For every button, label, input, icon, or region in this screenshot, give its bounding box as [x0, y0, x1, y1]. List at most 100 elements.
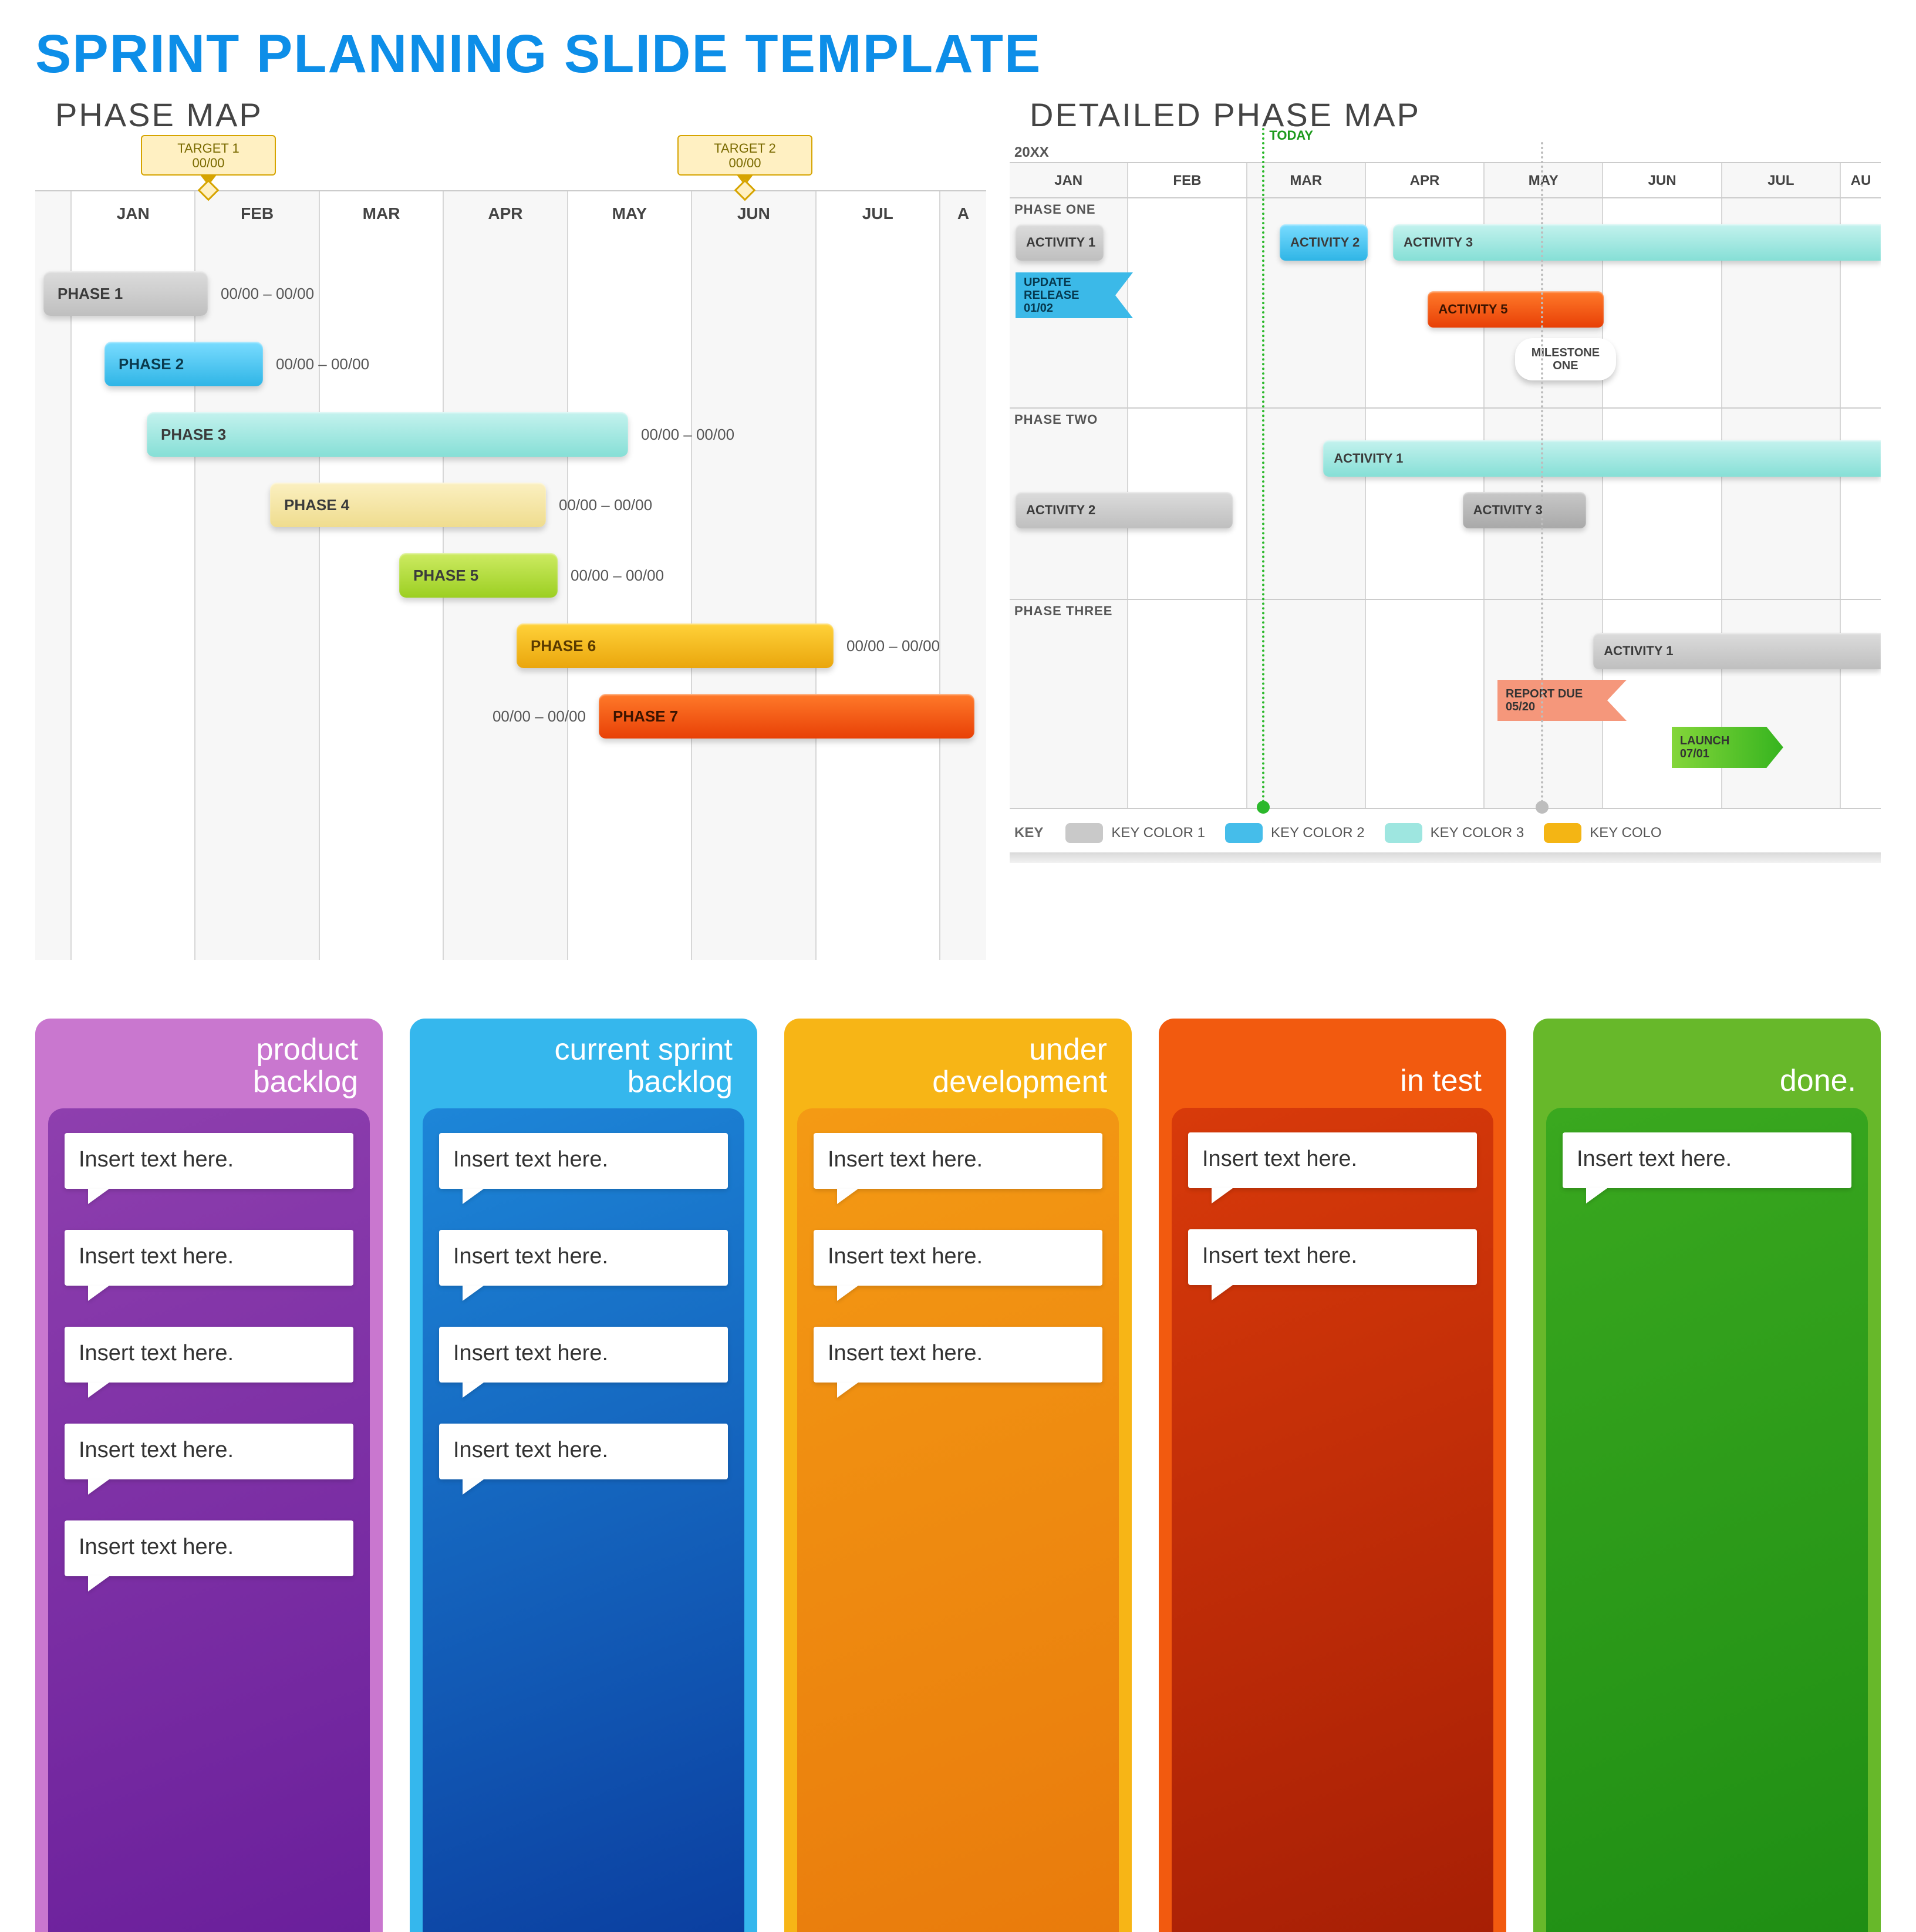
flag-line: UPDATE — [1024, 276, 1116, 289]
phase-label: PHASE 1 — [58, 285, 123, 303]
phase-bar-1: PHASE 1 00/00 – 00/00 — [43, 271, 208, 316]
kanban-card[interactable]: Insert text here. — [1563, 1132, 1851, 1188]
activity-bar: ACTIVITY 5 — [1428, 291, 1604, 328]
phase-map-panel: PHASE MAP TARGET 1 00/00 TARGET 2 00/00 — [35, 91, 986, 960]
kanban-card[interactable]: Insert text here. — [814, 1230, 1102, 1286]
kanban-card[interactable]: Insert text here. — [65, 1327, 353, 1383]
today-line — [1262, 128, 1264, 808]
kanban-card[interactable]: Insert text here. — [439, 1327, 728, 1383]
key-text: KEY COLO — [1590, 825, 1661, 841]
phase-map-heading: PHASE MAP — [55, 96, 986, 134]
lane-title: productbacklog — [35, 1019, 383, 1108]
today-label: TODAY — [1269, 128, 1313, 143]
phase-dates: 00/00 – 00/00 — [559, 496, 652, 514]
target-date: 00/00 — [146, 156, 271, 170]
flag-line: 07/01 — [1680, 747, 1767, 760]
section-label: PHASE ONE — [1014, 202, 1096, 217]
kanban-lane: in testInsert text here.Insert text here… — [1159, 1019, 1506, 1932]
lane-title: current sprintbacklog — [410, 1019, 757, 1108]
phase-dates: 00/00 – 00/00 — [221, 285, 314, 303]
phase-dates: 00/00 – 00/00 — [846, 637, 940, 655]
flag-report-due: REPORT DUE 05/20 — [1497, 680, 1627, 721]
kanban-card[interactable]: Insert text here. — [439, 1230, 728, 1286]
target-2: TARGET 2 00/00 — [677, 135, 812, 198]
lane-body: Insert text here. Insert text here. Insert… — [423, 1108, 744, 1932]
kanban-card[interactable]: Insert text here. — [65, 1230, 353, 1286]
target-name: TARGET 2 — [682, 141, 808, 156]
phase-bar-6: PHASE 6 00/00 – 00/00 — [517, 623, 834, 668]
phase-bar-4: PHASE 4 00/00 – 00/00 — [270, 483, 546, 527]
swatch — [1065, 823, 1103, 843]
lane-body: Insert text here. Insert text here. Insert… — [797, 1108, 1119, 1932]
activity-bar: ACTIVITY 2 — [1280, 224, 1368, 261]
phase-label: PHASE 3 — [161, 426, 226, 444]
phase-label: PHASE 2 — [119, 355, 184, 373]
kanban-card[interactable]: Insert text here. — [65, 1133, 353, 1189]
lane-title: underdevelopment — [784, 1019, 1132, 1108]
key-legend: KEY KEY COLOR 1 KEY COLOR 2 KEY COLOR 3 … — [1014, 823, 1881, 843]
section-label: PHASE THREE — [1014, 603, 1112, 619]
target-1: TARGET 1 00/00 — [141, 135, 276, 198]
kanban-board: productbacklogInsert text here.Insert te… — [35, 1019, 1881, 1932]
flag-line: REPORT DUE — [1506, 687, 1610, 700]
phase-dates: 00/00 – 00/00 — [571, 567, 664, 585]
phase-dates: 00/00 – 00/00 — [641, 426, 734, 444]
activity-bar: ACTIVITY 1 — [1323, 440, 1881, 477]
flag-line: 01/02 — [1024, 302, 1116, 315]
activity-bar: ACTIVITY 3 — [1393, 224, 1881, 261]
kanban-lane: current sprintbacklogInsert text here.In… — [410, 1019, 757, 1932]
key-text: KEY COLOR 1 — [1111, 825, 1205, 841]
pill-line: ONE — [1553, 359, 1578, 372]
kanban-card[interactable]: Insert text here. — [439, 1133, 728, 1189]
phase-dates: 00/00 – 00/00 — [276, 355, 369, 373]
target-date: 00/00 — [682, 156, 808, 170]
key-text: KEY COLOR 3 — [1431, 825, 1524, 841]
phase-bar-3: PHASE 3 00/00 – 00/00 — [147, 412, 628, 457]
detailed-phase-map-panel: DETAILED PHASE MAP 20XX JAN FEB MAR APR … — [1010, 91, 1881, 960]
phase-label: PHASE 6 — [531, 637, 596, 655]
lane-title: done. — [1533, 1019, 1881, 1108]
dp-month: FEB — [1127, 163, 1246, 808]
kanban-card[interactable]: Insert text here. — [65, 1424, 353, 1479]
lane-body: Insert text here. Insert text here. — [1172, 1108, 1493, 1932]
kanban-lane: done. Insert text here. — [1533, 1019, 1881, 1932]
page-title: SPRINT PLANNING SLIDE TEMPLATE — [35, 23, 1881, 85]
marker-line — [1541, 142, 1543, 808]
section-label: PHASE TWO — [1014, 412, 1098, 427]
target-name: TARGET 1 — [146, 141, 271, 156]
year-label: 20XX — [1014, 144, 1881, 161]
activity-bar: ACTIVITY 1 — [1593, 633, 1881, 669]
kanban-card[interactable]: Insert text here. — [814, 1327, 1102, 1383]
kanban-card[interactable]: Insert text here. — [439, 1424, 728, 1479]
swatch — [1544, 823, 1581, 843]
milestone-pill: MILESTONE ONE — [1515, 338, 1616, 380]
flag-update-release: UPDATE RELEASE 01/02 — [1016, 272, 1133, 318]
phase-bar-2: PHASE 2 00/00 – 00/00 — [104, 342, 263, 386]
activity-bar: ACTIVITY 1 — [1016, 224, 1104, 261]
lane-title: in test — [1159, 1019, 1506, 1108]
swatch — [1225, 823, 1263, 843]
key-text: KEY COLOR 2 — [1271, 825, 1365, 841]
kanban-card[interactable]: Insert text here. — [1188, 1229, 1477, 1285]
kanban-card[interactable]: Insert text here. — [1188, 1132, 1477, 1188]
flag-line: 05/20 — [1506, 700, 1610, 713]
kanban-lane: productbacklogInsert text here.Insert te… — [35, 1019, 383, 1932]
phase-label: PHASE 7 — [613, 707, 678, 726]
flag-line: RELEASE — [1024, 289, 1116, 302]
flag-launch: LAUNCH 07/01 — [1672, 727, 1783, 768]
phase-label: PHASE 4 — [284, 496, 349, 514]
kanban-card[interactable]: Insert text here. — [65, 1520, 353, 1576]
kanban-lane: underdevelopmentInsert text here.Insert … — [784, 1019, 1132, 1932]
swatch — [1385, 823, 1422, 843]
kanban-card[interactable]: Insert text here. — [814, 1133, 1102, 1189]
activity-bar: ACTIVITY 2 — [1016, 492, 1233, 528]
activity-bar: ACTIVITY 3 — [1463, 492, 1586, 528]
phase-bar-5: PHASE 5 00/00 – 00/00 — [399, 553, 558, 598]
phase-bar-7: PHASE 7 00/00 – 00/00 — [599, 694, 974, 739]
lane-body: Insert text here. — [1546, 1108, 1868, 1932]
phase-dates: 00/00 – 00/00 — [493, 707, 586, 726]
flag-line: LAUNCH — [1680, 734, 1767, 747]
key-title: KEY — [1014, 825, 1043, 841]
lane-body: Insert text here. Insert text here. Insert… — [48, 1108, 370, 1932]
detailed-heading: DETAILED PHASE MAP — [1030, 96, 1881, 134]
